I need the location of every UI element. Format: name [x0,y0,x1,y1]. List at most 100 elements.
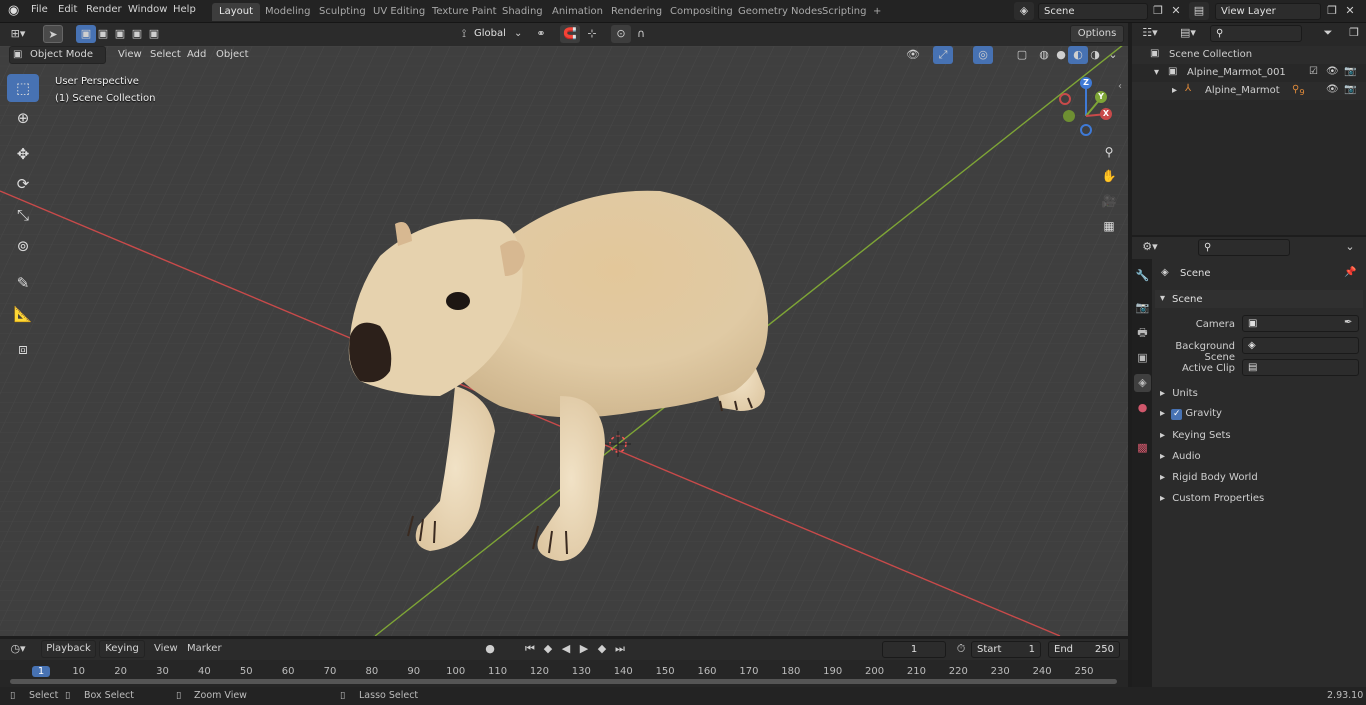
tab-layout[interactable]: Layout [212,3,260,21]
cursor-tool-icon[interactable]: ⊕ [7,104,39,132]
viewport-scene[interactable] [0,46,1128,636]
add-cube-tool-icon[interactable]: ⧈ [7,335,39,363]
render-tab-icon[interactable]: 📷 [1134,299,1151,317]
play-reverse-icon[interactable]: ◀ [556,640,576,658]
view-layer-tab-icon[interactable]: ▣ [1134,349,1151,367]
play-icon[interactable]: ▶ [574,640,594,658]
properties-options-icon[interactable]: ⌄ [1340,238,1360,256]
outliner-row-alpine-marmot-001[interactable]: ▾ ▣ Alpine_Marmot_001 ☑ 👁 📷 [1132,64,1366,82]
scene-name-field[interactable]: Scene [1038,3,1148,20]
sidebar-toggle-icon[interactable]: ‹ [1118,81,1122,92]
snap-target-icon[interactable]: ⊹ [582,25,602,43]
properties-editor-type-icon[interactable]: ⚙▾ [1140,238,1160,256]
select-tool-icon[interactable]: ➤ [43,25,63,43]
outliner-editor-type-icon[interactable]: ☷▾ [1140,24,1160,42]
scene-section-header[interactable]: ▾ Scene [1155,290,1363,308]
gizmo-neg-y[interactable] [1063,110,1075,122]
menu-add[interactable]: Add [187,49,206,60]
ortho-toggle-icon[interactable]: ▦ [1098,215,1120,237]
record-icon[interactable]: ● [480,640,500,658]
keying-sets-panel[interactable]: ▸ Keying Sets [1160,430,1231,441]
gizmo-x-axis[interactable]: X [1100,108,1112,120]
menu-edit[interactable]: Edit [58,4,77,15]
rotate-tool-icon[interactable]: ⟳ [7,170,39,198]
render-icon[interactable]: 📷 [1344,66,1356,77]
measure-tool-icon[interactable]: 📐 [7,300,39,328]
tab-rendering[interactable]: Rendering [604,3,669,21]
expand-arrow-icon[interactable]: ▾ [1154,67,1159,78]
annotate-tool-icon[interactable]: ✎ [7,269,39,297]
menu-view[interactable]: View [118,49,142,60]
texture-tab-icon[interactable]: ▩ [1134,439,1151,457]
display-mode-icon[interactable]: ▤▾ [1178,24,1198,42]
zoom-icon[interactable]: ⚲ [1098,141,1120,163]
start-frame-field[interactable]: Start 1 [971,641,1041,658]
end-frame-field[interactable]: End 250 [1048,641,1120,658]
tab-texture-paint[interactable]: Texture Paint [425,3,504,21]
current-frame-field[interactable]: 1 [882,641,946,658]
select-box-tool-icon[interactable]: ⬚ [7,74,39,102]
timeline-menu-marker[interactable]: Marker [187,643,222,654]
select-intersect-icon[interactable]: ▣ [144,25,164,43]
stopwatch-icon[interactable]: ⏱ [951,640,971,658]
camera-view-icon[interactable]: 🎥 [1098,190,1120,212]
checkbox-icon[interactable]: ☑ [1309,66,1318,77]
tab-scripting[interactable]: Scripting [815,3,873,21]
proportional-edit-icon[interactable]: ⊙ [611,25,631,43]
new-collection-icon[interactable]: ❐ [1344,24,1364,42]
tab-uv-editing[interactable]: UV Editing [366,3,432,21]
tab-compositing[interactable]: Compositing [663,3,740,21]
properties-search-input[interactable]: ⚲ [1198,239,1290,256]
gizmo-neg-x[interactable] [1059,93,1071,105]
snap-icon[interactable]: 🧲 [560,25,580,43]
timeline-scrollbar[interactable] [10,679,1117,684]
outliner-row-alpine-marmot[interactable]: ▸ ⅄ Alpine_Marmot ⚲9 👁 📷 [1132,82,1366,100]
render-icon[interactable]: 📷 [1344,84,1356,95]
units-panel[interactable]: ▸ Units [1160,388,1198,399]
view-layer-browse-icon[interactable]: ▤ [1189,2,1209,20]
editor-type-icon[interactable]: ⊞▾ [8,25,28,43]
move-tool-icon[interactable]: ✥ [7,140,39,168]
menu-object[interactable]: Object [216,49,249,60]
outliner-row-scene-collection[interactable]: ▣ Scene Collection [1132,46,1366,64]
add-workspace-button[interactable]: + [866,3,888,21]
filter-icon[interactable]: ⏷ [1318,24,1338,42]
gizmo-toggle-icon[interactable]: ⤢ [933,46,953,64]
tool-tab-icon[interactable]: 🔧 [1134,267,1151,285]
view-layer-field[interactable]: View Layer [1215,3,1321,20]
jump-end-icon[interactable]: ⏭ [610,640,630,658]
mode-dropdown[interactable]: Object Mode [9,46,106,64]
menu-help[interactable]: Help [173,4,196,15]
active-clip-field[interactable]: ▤ [1242,359,1359,376]
options-dropdown[interactable]: Options [1070,25,1124,43]
audio-panel[interactable]: ▸ Audio [1160,451,1201,462]
keying-dropdown[interactable]: Keying [99,640,145,658]
pan-hand-icon[interactable]: ✋ [1098,165,1120,187]
gizmo-y-axis[interactable]: Y [1095,91,1107,103]
gravity-panel[interactable]: ▸ ✓ Gravity [1160,408,1222,420]
rendered-shading-icon[interactable]: ◑ [1085,46,1105,64]
jump-keyframe-back-icon[interactable]: ◆ [538,640,558,658]
menu-render[interactable]: Render [86,4,122,15]
tab-sculpting[interactable]: Sculpting [312,3,373,21]
rigid-body-world-panel[interactable]: ▸ Rigid Body World [1160,472,1258,483]
outliner-search-input[interactable]: ⚲ [1210,25,1302,42]
timeline-editor-type-icon[interactable]: ◷▾ [8,640,28,658]
output-tab-icon[interactable]: 🖶 [1134,324,1151,342]
transform-orientation-dropdown[interactable]: Global [474,28,506,39]
background-scene-field[interactable]: ◈ [1242,337,1359,354]
tab-shading[interactable]: Shading [495,3,550,21]
pivot-point-icon[interactable]: ⚭ [531,25,551,43]
scene-tab-icon[interactable]: ◈ [1134,374,1151,392]
playback-dropdown[interactable]: Playback [41,640,96,658]
overlay-toggle-icon[interactable]: ◎ [973,46,993,64]
eye-icon[interactable]: 👁 [1326,66,1339,77]
gizmo-z-axis[interactable]: Z [1080,77,1092,89]
delete-view-layer-icon[interactable]: ✕ [1340,2,1360,20]
new-view-layer-icon[interactable]: ❐ [1322,2,1342,20]
menu-window[interactable]: Window [128,4,167,15]
3d-viewport[interactable]: Object Mode ▣ View Select Add Object 👁 ⤢… [0,46,1128,636]
jump-keyframe-forward-icon[interactable]: ◆ [592,640,612,658]
tab-modeling[interactable]: Modeling [258,3,318,21]
delete-scene-icon[interactable]: ✕ [1166,2,1186,20]
